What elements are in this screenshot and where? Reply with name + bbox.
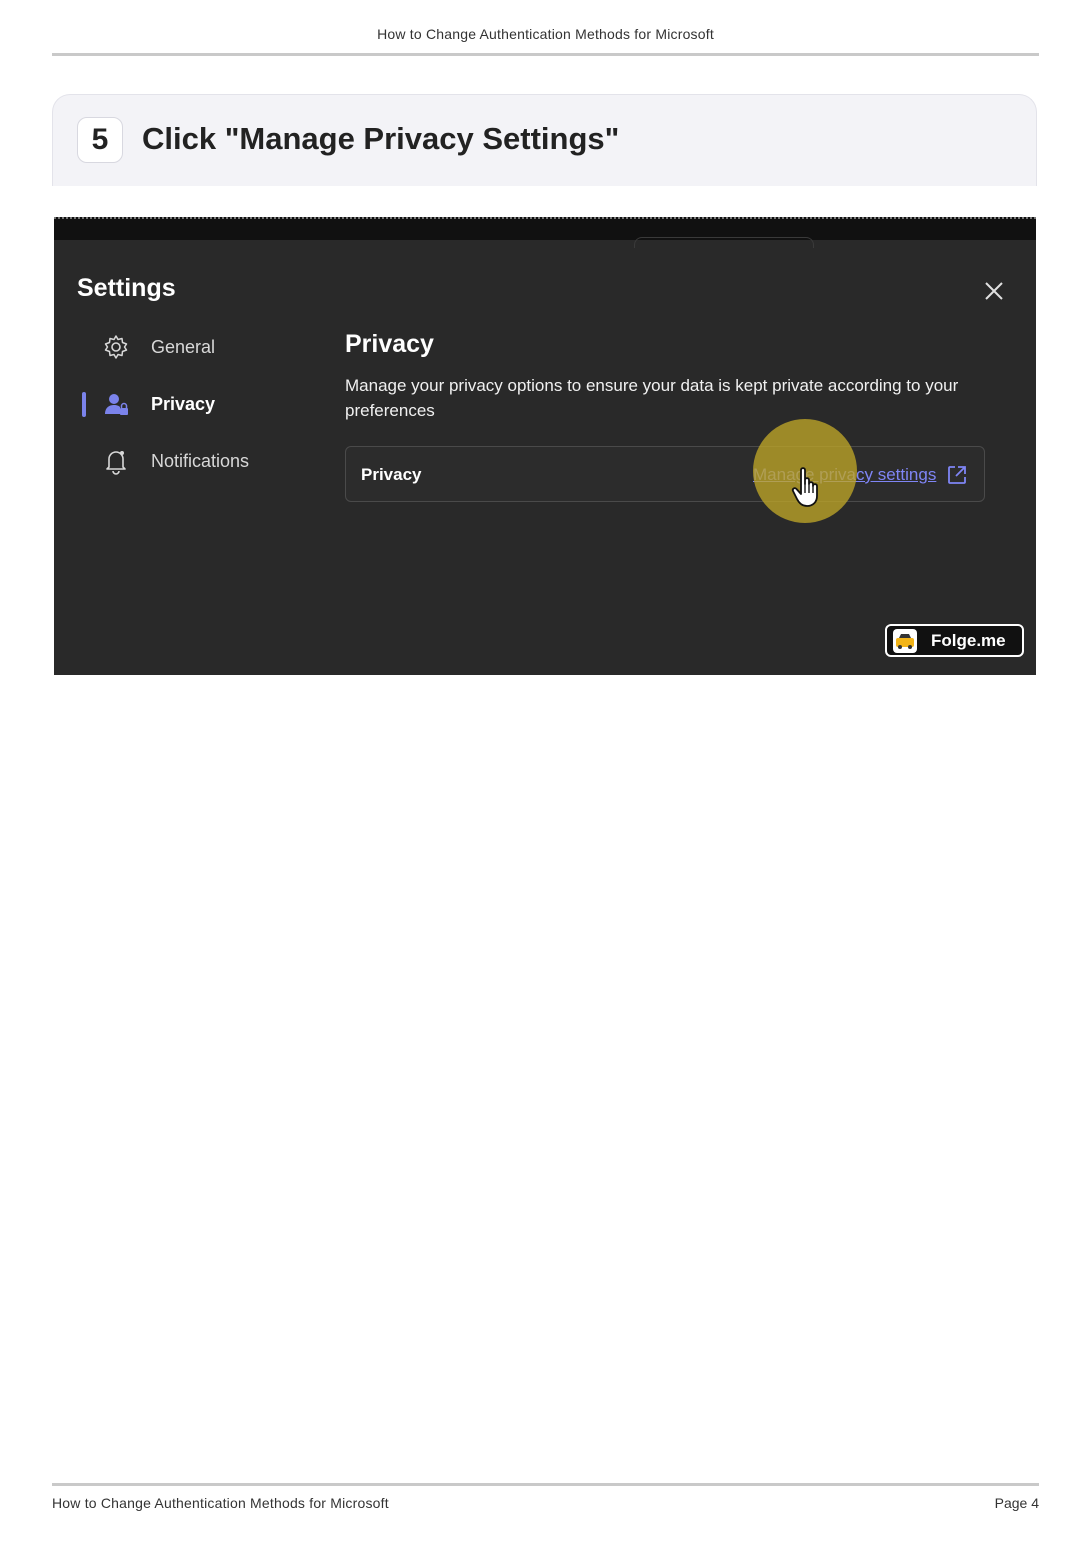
gear-icon [104,335,128,359]
brand-name: Folge.me [931,631,1006,650]
close-icon[interactable] [980,277,1008,305]
nav-item-general-label: General [151,337,216,357]
folge-watermark: Folge.me [885,624,1024,657]
step-number: 5 [77,117,123,163]
external-link-icon[interactable] [946,464,968,486]
page-number: Page 4 [994,1495,1039,1511]
step-card: 5 Click "Manage Privacy Settings" [52,94,1037,186]
step-title: Click "Manage Privacy Settings" [142,121,620,156]
header-divider [52,53,1039,56]
footer-divider [52,1483,1039,1486]
screenshot-settings-dialog: Settings General Privacy Notifications P… [54,217,1036,675]
person-lock-icon [105,394,128,415]
document-footer-title: How to Change Authentication Methods for… [52,1495,389,1511]
pane-description: Manage your privacy options to ensure yo… [345,376,959,420]
active-nav-indicator [82,392,86,417]
bell-icon [106,451,126,475]
nav-item-general[interactable]: General [102,329,322,365]
folge-logo-icon [893,629,917,653]
hand-cursor-icon [791,467,818,507]
nav-item-notifications[interactable]: Notifications [102,443,322,479]
document-header: How to Change Authentication Methods for… [377,26,714,42]
nav-item-notifications-label: Notifications [151,451,250,471]
pane-title: Privacy [345,330,434,358]
privacy-card-label: Privacy [361,465,422,484]
window-top-strip [54,217,1036,248]
privacy-card: Privacy Manage privacy settings [345,446,985,502]
nav-item-privacy-label: Privacy [151,394,216,414]
nav-item-privacy[interactable]: Privacy [102,386,322,422]
settings-title: Settings [77,274,176,302]
